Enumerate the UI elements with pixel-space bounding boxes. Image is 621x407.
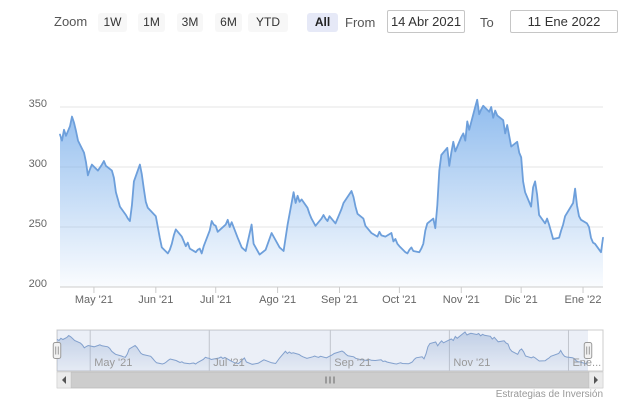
from-date-input[interactable] [387, 10, 465, 33]
zoom-button-6m[interactable]: 6M [215, 13, 242, 32]
x-axis-label: Nov '21 [443, 294, 480, 306]
zoom-button-3m[interactable]: 3M [177, 13, 203, 32]
navigator-month-label: Sep '21 [334, 357, 371, 369]
navigator-right-handle[interactable] [583, 342, 593, 359]
x-axis-label: Sep '21 [321, 294, 358, 306]
navigator-month-label: Jul '21 [213, 357, 244, 369]
x-axis-label: Jun '21 [138, 294, 173, 306]
x-axis-label: Ago '21 [259, 294, 296, 306]
zoom-button-all[interactable]: All [307, 13, 338, 32]
y-axis-label: 250 [29, 218, 47, 230]
to-date-input[interactable] [510, 10, 618, 33]
x-axis-label: Ene '22 [565, 294, 602, 306]
credits-link[interactable]: Estrategias de Inversión [496, 389, 603, 400]
stock-chart-widget: 200 250 300 350 May '21 Jun '21 Jul '21 Ago '21… [0, 0, 621, 407]
price-chart: 200 250 300 350 May '21 Jun '21 Jul '21 Ago '21… [29, 88, 604, 400]
navigator-month-label: May '21 [94, 357, 132, 369]
x-axis-label: May '21 [75, 294, 113, 306]
y-axis-label: 300 [29, 158, 47, 170]
y-axis-label: 350 [29, 98, 47, 110]
x-axis-label: Oct '21 [382, 294, 417, 306]
scrollbar-right-arrow[interactable] [588, 371, 604, 389]
navigator-month-label: Nov '21 [453, 357, 490, 369]
x-axis-label: Dic '21 [505, 294, 538, 306]
navigator-left-handle[interactable] [52, 342, 62, 359]
x-axis-label: Jul '21 [200, 294, 231, 306]
to-label: To [480, 15, 494, 30]
zoom-button-1w[interactable]: 1W [98, 13, 127, 32]
zoom-button-ytd[interactable]: YTD [248, 13, 288, 32]
zoom-button-1m[interactable]: 1M [138, 13, 165, 32]
navigator-mask[interactable] [57, 330, 588, 371]
y-axis-label: 200 [29, 278, 47, 290]
scrollbar-left-arrow[interactable] [56, 371, 72, 389]
from-label: From [345, 15, 376, 30]
plot-area[interactable] [60, 88, 603, 287]
zoom-label: Zoom [54, 14, 88, 29]
